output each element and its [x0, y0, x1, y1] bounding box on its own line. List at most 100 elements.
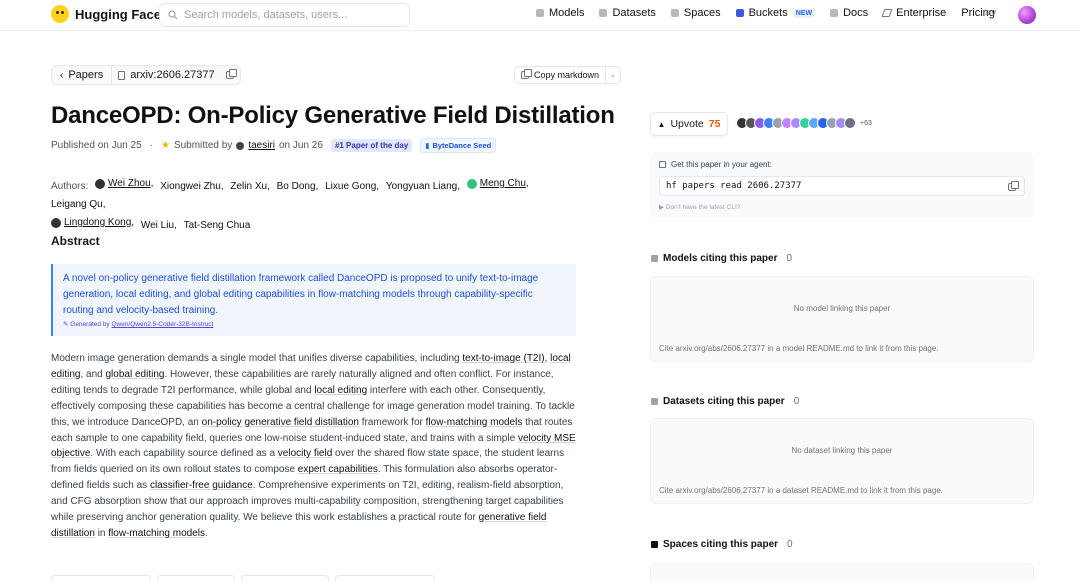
abstract-heading: Abstract	[51, 234, 100, 248]
generator-model-link[interactable]: Qwen/Qwen2.5-Coder-32B-Instruct	[111, 321, 213, 328]
nav-enterprise[interactable]: Enterprise	[881, 7, 946, 19]
submitter-link[interactable]: taesiri	[248, 140, 275, 151]
models-citing-heading: Models citing this paper 0	[651, 253, 792, 264]
nav-models[interactable]: Models	[536, 7, 584, 19]
keyword-link[interactable]: global editing	[106, 369, 165, 380]
resource-button[interactable]	[157, 575, 235, 581]
generated-by: ✎ Generated by Qwen/Qwen2.5-Coder-32B-In…	[63, 321, 214, 329]
author-link[interactable]: Meng Chu,	[466, 175, 529, 193]
caret-up-icon: ▲	[657, 119, 666, 129]
hugging-face-logo-icon	[51, 5, 69, 23]
author-link[interactable]: Lingdong Kong,	[51, 214, 134, 232]
author-name[interactable]: Wei Liu,	[141, 217, 177, 235]
breadcrumb: ‹ Papers arxiv:2606.27377	[51, 65, 241, 85]
agent-command[interactable]: hf papers read 2606.27377	[659, 176, 1025, 196]
author-avatar	[51, 218, 61, 228]
submitter-avatar	[236, 141, 245, 150]
datasets-citing-heading: Datasets citing this paper 0	[651, 396, 799, 407]
org-icon: ▮	[425, 141, 430, 150]
models-cite-hint: Cite arxiv.org/abs/2606.27377 in a model…	[659, 344, 939, 353]
paper-title: DanceOPD: On-Policy Generative Field Dis…	[51, 102, 615, 129]
upvote-button[interactable]: ▲ Upvote 75	[650, 112, 728, 136]
terminal-icon	[659, 161, 666, 168]
org-badge[interactable]: ▮ ByteDance Seed	[420, 138, 497, 153]
authors-label: Authors:	[51, 181, 89, 192]
nav-links: Models Datasets Spaces Buckets NEW Docs E…	[536, 7, 1010, 19]
keyword-link[interactable]: on-policy generative field distillation	[202, 417, 359, 428]
buckets-icon	[735, 9, 744, 17]
separator: ·	[149, 140, 153, 151]
user-avatar[interactable]	[1018, 6, 1036, 24]
authors-list: Authors: Wei Zhou, Xiongwei Zhu, Zelin X…	[51, 175, 581, 235]
copy-markdown-button[interactable]: Copy markdown ⌄	[514, 66, 621, 84]
author-avatar	[466, 179, 477, 189]
voter-avatar	[844, 117, 856, 129]
nav-datasets[interactable]: Datasets	[599, 7, 656, 19]
document-icon	[118, 70, 126, 80]
author-name[interactable]: Lixue Gong,	[325, 178, 379, 196]
copy-icon[interactable]	[1008, 181, 1019, 191]
star-icon: ★	[160, 140, 170, 151]
datasets-icon	[651, 398, 658, 405]
resource-button[interactable]	[241, 575, 329, 581]
copy-icon[interactable]	[225, 69, 237, 79]
submitted-prefix: Submitted by	[173, 140, 233, 151]
datasets-empty-text: No dataset linking this paper	[791, 446, 893, 455]
spaces-icon	[670, 9, 679, 17]
datasets-icon	[599, 9, 608, 17]
ai-summary-text: A novel on-policy generative field disti…	[63, 273, 539, 316]
keyword-link[interactable]: velocity field	[278, 448, 332, 459]
author-name[interactable]: Leigang Qu,	[51, 196, 106, 214]
search-icon	[168, 10, 178, 20]
author-name[interactable]: Yongyuan Liang,	[386, 178, 460, 196]
models-empty-text: No model linking this paper	[793, 304, 891, 313]
keyword-link[interactable]: flow-matching models	[426, 417, 523, 428]
author-name[interactable]: Zelin Xu,	[230, 178, 269, 196]
chevron-left-icon: ‹	[60, 69, 64, 81]
models-icon	[536, 9, 544, 17]
author-avatar	[95, 179, 106, 189]
back-to-papers-link[interactable]: ‹ Papers	[52, 66, 113, 84]
paper-meta: Published on Jun 25 · ★ Submitted by tae…	[51, 138, 497, 153]
submitted-date: on Jun 26	[279, 140, 323, 151]
datasets-count: 0	[793, 396, 800, 407]
models-count: 0	[786, 253, 793, 264]
new-badge: NEW	[792, 8, 816, 18]
abstract-text: Modern image generation demands a single…	[51, 353, 576, 539]
resource-buttons-row	[51, 575, 435, 581]
upvote-count: 75	[708, 118, 721, 130]
chevron-down-icon[interactable]: ⌄	[606, 71, 620, 79]
search-box[interactable]	[159, 3, 410, 27]
spaces-citing-heading: Spaces citing this paper 0	[651, 539, 793, 550]
keyword-link[interactable]: expert capabilities	[298, 464, 378, 475]
resource-button[interactable]	[51, 575, 151, 581]
nav-buckets[interactable]: Buckets NEW	[735, 7, 816, 19]
datasets-citing-box: No dataset linking this paper Cite arxiv…	[650, 418, 1034, 504]
models-citing-box: No model linking this paper Cite arxiv.o…	[650, 276, 1034, 362]
docs-icon	[830, 9, 839, 17]
paper-of-day-badge[interactable]: #1 Paper of the day	[330, 139, 413, 152]
resource-button[interactable]	[335, 575, 435, 581]
spaces-count: 0	[787, 539, 793, 550]
keyword-link[interactable]: classifier-free guidance	[150, 480, 253, 491]
arxiv-id[interactable]: arxiv:2606.27377	[112, 69, 239, 81]
author-link[interactable]: Wei Zhou,	[95, 175, 153, 193]
author-name[interactable]: Bo Dong,	[277, 178, 319, 196]
agent-box: Get this paper in your agent: hf papers …	[650, 152, 1034, 218]
published-date: Published on Jun 25	[51, 140, 142, 151]
voter-avatars[interactable]: +63	[736, 117, 872, 129]
author-name[interactable]: Tat-Seng Chua	[184, 217, 251, 235]
keyword-link[interactable]: flow-matching models	[108, 528, 205, 539]
nav-spaces[interactable]: Spaces	[670, 7, 721, 19]
cli-hint-toggle[interactable]: ▶ Don't have the latest CLI?	[659, 203, 740, 211]
keyword-link[interactable]: text-to-image (T2I)	[462, 353, 544, 364]
search-input[interactable]	[184, 9, 394, 21]
agent-label: Get this paper in your agent:	[659, 160, 772, 169]
keyword-link[interactable]: local editing	[314, 385, 367, 396]
top-nav: Hugging Face Models Datasets Spaces Buck…	[0, 0, 1080, 31]
author-name[interactable]: Xiongwei Zhu,	[160, 178, 223, 196]
nav-docs[interactable]: Docs	[830, 7, 868, 19]
datasets-cite-hint: Cite arxiv.org/abs/2606.27377 in a datas…	[659, 486, 943, 495]
more-menu-icon[interactable]: ≡˅	[985, 8, 997, 19]
brand-logo[interactable]: Hugging Face	[51, 5, 161, 23]
